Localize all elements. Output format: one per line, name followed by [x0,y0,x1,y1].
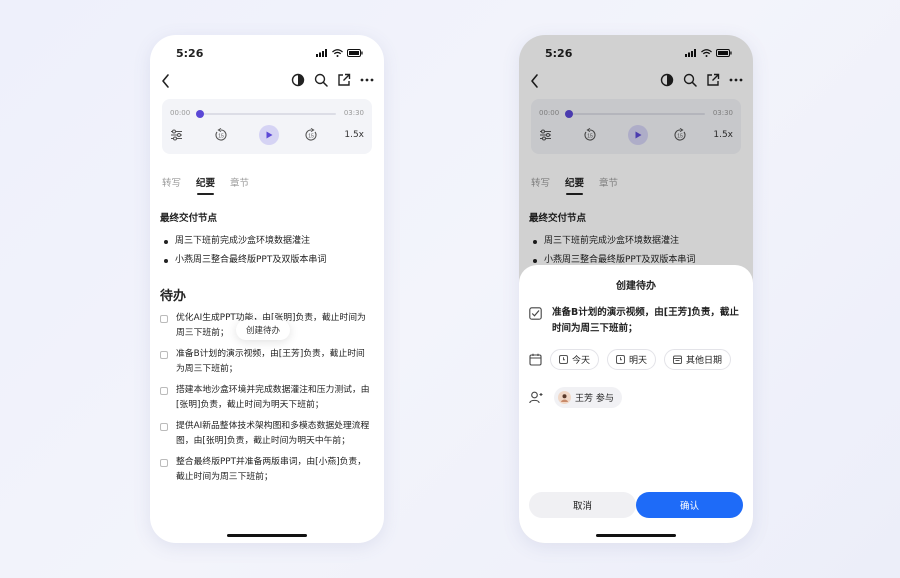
signal-icon [316,49,327,57]
contrast-icon[interactable] [291,73,305,87]
todo-item[interactable]: 搭建本地沙盒环境并完成数据灌注和压力测试，由[张明]负责，截止时间为明天下班前； [160,383,375,413]
todo-checkbox[interactable] [160,459,168,467]
todo-text: 整合最终版PPT并准备两版串词，由[小燕]负责，截止时间为周三下班前； [176,457,366,482]
todo-item[interactable]: 整合最终版PPT并准备两版串词，由[小燕]负责，截止时间为周三下班前； [160,455,375,485]
tab-transcript[interactable]: 转写 [162,175,181,189]
status-icons [316,49,363,57]
phone-right: 5:26 00:00 03:30 15 15 1.5x 转写 纪要 章节 最终交… [519,35,753,543]
date-chip-label: 明天 [629,356,648,366]
todo-text: 提供AI新品整体技术架构图和多模态数据处理流程图，由[张明]负责，截止时间为明天… [176,421,370,446]
todo-checkbox[interactable] [160,351,168,359]
share-icon[interactable] [337,73,351,87]
wifi-icon [332,49,343,57]
section-title: 最终交付节点 [160,213,218,224]
list-item: 周三下班前完成沙盒环境数据灌注 [164,232,326,251]
assignee-label: 王芳 参与 [575,394,614,404]
todo-checkbox[interactable] [160,423,168,431]
clock-icon [559,355,568,364]
home-indicator [596,534,676,537]
home-indicator [227,534,307,537]
tab-bar: 转写 纪要 章节 [162,175,249,195]
search-icon[interactable] [314,73,328,87]
tab-chapters[interactable]: 章节 [230,175,249,189]
date-chip-other[interactable]: 其他日期 [664,349,732,370]
add-person-icon[interactable] [529,391,543,404]
date-chip-label: 其他日期 [686,356,723,366]
todo-text: 搭建本地沙盒环境并完成数据灌注和压力测试，由[张明]负责，截止时间为明天下班前； [176,385,370,410]
assignee-chip[interactable]: 王芳 参与 [554,387,622,408]
create-todo-sheet: 创建待办 准备B计划的演示视频，由[王芳]负责，截止时间为周三下班前； 今天 明… [519,265,753,543]
play-button[interactable] [259,125,279,145]
total-time: 03:30 [343,109,364,117]
avatar-icon [561,394,568,402]
tab-summary[interactable]: 纪要 [196,175,215,195]
checkbox-checked-icon[interactable] [529,307,542,320]
status-time: 5:26 [176,47,204,60]
status-bar: 5:26 [150,47,384,61]
date-chip-label: 今天 [572,356,591,366]
sheet-task-row: 准备B计划的演示视频，由[王芳]负责，截止时间为周三下班前； [529,305,743,337]
settings-sliders-icon[interactable] [170,126,183,144]
calendar-icon [529,353,542,366]
svg-text:15: 15 [218,134,224,140]
calendar-small-icon [673,355,683,364]
sheet-actions: 取消 确认 [529,492,743,518]
todo-item[interactable]: 准备B计划的演示视频，由[王芳]负责，截止时间为周三下班前； [160,347,375,377]
progress-knob[interactable] [196,110,204,118]
sheet-task-text[interactable]: 准备B计划的演示视频，由[王芳]负责，截止时间为周三下班前； [552,305,742,337]
create-todo-tooltip[interactable]: 创建待办 [236,320,291,340]
sheet-title: 创建待办 [616,281,656,292]
rewind-15-icon[interactable]: 15 [214,126,228,144]
cancel-button[interactable]: 取消 [529,492,636,518]
play-icon [266,131,273,139]
todo-checkbox[interactable] [160,387,168,395]
avatar [558,391,571,404]
date-chip-today[interactable]: 今天 [550,349,600,370]
phone-left: 5:26 00:00 03:30 15 15 1.5x 转写 纪要 章节 最终交… [150,35,384,543]
todo-title: 待办 [160,289,187,304]
todo-text: 准备B计划的演示视频，由[王芳]负责，截止时间为周三下班前； [176,349,365,374]
speed-button[interactable]: 1.5x [344,126,364,144]
audio-player: 00:00 03:30 15 15 1.5x [162,99,372,154]
todo-item[interactable]: 提供AI新品整体技术架构图和多模态数据处理流程图，由[张明]负责，截止时间为明天… [160,419,375,449]
top-nav [160,73,374,91]
more-icon[interactable] [360,73,374,87]
battery-icon [347,49,363,57]
progress-track[interactable] [200,113,336,115]
list-item: 小燕周三整合最终版PPT及双版本串词 [164,251,326,270]
assignee-row: 王芳 参与 [529,387,743,408]
summary-bullets: 周三下班前完成沙盒环境数据灌注 小燕周三整合最终版PPT及双版本串词 [164,232,326,270]
due-date-row: 今天 明天 其他日期 [529,349,747,370]
current-time: 00:00 [170,109,191,117]
confirm-button[interactable]: 确认 [636,492,743,518]
forward-15-icon[interactable]: 15 [304,126,318,144]
date-chip-tomorrow[interactable]: 明天 [607,349,657,370]
todo-checkbox[interactable] [160,315,168,323]
back-icon[interactable] [160,73,172,89]
svg-text:15: 15 [308,134,314,140]
clock-icon [616,355,626,364]
